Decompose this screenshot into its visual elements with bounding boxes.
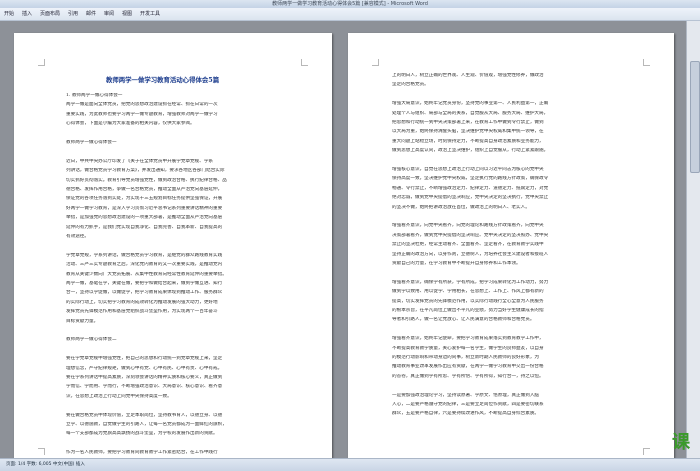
- text-line: 发挥党员先锋模范作用和基层党组织战斗堡垒作用，为实现两个一百年奋斗: [66, 309, 218, 315]
- text-line: 提高，切实发挥党员的先锋模范作用，以实际行动践行全心全意为人民服务: [392, 298, 544, 304]
- text-line: 两学一做，基础在学，关键在做，要把学和做结合起来，做到学做互进、知行: [66, 281, 223, 286]
- text-line: 心得体会，下面是小编为大家准备的相关内容，仅供大家参阅。: [66, 121, 195, 127]
- text-line: 增强看齐意识，向党中央看齐，向党的理论和路线方针政策看齐，向党中央: [392, 223, 544, 229]
- text-line: 举措，是加强党的思想政治建设的一项重大部署，是推动全面从严治党向基层: [66, 215, 223, 221]
- title-bar: 教师两学一做学习教育活动心得体会5篇 [兼容模式] - Microsoft Wo…: [0, 0, 700, 8]
- text-line: 理想信念，严守纪律规矩，做到心中有党、心中有民、心中有责、心中有戒。: [66, 365, 223, 371]
- text-line: 切实抓好贯彻落实。教育引导党员增强党性，做到政治合格、执行纪律合格、品: [66, 177, 227, 183]
- text-line: 学党章党规，学系列讲话，做合格党员学习教育，是继党的群众路线教育实践: [66, 252, 223, 258]
- text-line: 学而信、学而用、学而行，不断增强政治意识、大局意识、核心意识、看齐意: [66, 384, 223, 390]
- text-line: 处理个人与组织、局部与全局的关系，自觉服从大局、服务大局、维护大局，: [392, 110, 549, 116]
- text-line: 坚持正确的政治方向，以身作则，立德树人，为培养社会主义建设者和接班人: [392, 251, 549, 257]
- text-line: 的模范行动影响和带动身边的同事，树立新时期人民教师的良好形象，为: [392, 355, 540, 360]
- tab-home[interactable]: 开始: [4, 8, 14, 20]
- text-line: 延伸的有力抓手，是我们党实现自我净化、自我完善、自我革新、自我提高的: [66, 224, 223, 230]
- margin-mark: [372, 59, 379, 66]
- text-line: 绝对忠诚，做到党中央提倡的坚决响应，党中央决定的坚决执行，党中央禁止: [392, 195, 549, 201]
- text-line: 要在学系列讲话中提高素质，深刻领会讲话的精神实质和核心要义，真正做到: [66, 375, 223, 380]
- text-line: 畅通、令行禁止，不断增强政治定力、纪律定力、道德定力、抵腐定力，对党: [392, 185, 549, 191]
- text-line: 增强看齐意识，确保学有所获，学有所成，把学习成果转化为工作动力，努力: [392, 279, 549, 285]
- text-line: 入心，二是要严格遵守党的纪律，三是要立足岗位作贡献，四是要密切联系: [392, 402, 544, 407]
- tab-view[interactable]: 视图: [122, 8, 132, 20]
- margin-mark: [301, 59, 308, 66]
- text-line: 推动教育事业改革发展作出应有贡献，在两学一做学习教育中交出一份合格: [392, 364, 544, 370]
- tab-insert[interactable]: 插入: [22, 8, 32, 20]
- text-line: 群众，五是要严格自律，六是要持续改进作风，不断提高自身综合素质。: [392, 411, 540, 417]
- vertical-scrollbar[interactable]: [686, 21, 700, 458]
- text-line: 德合格、发挥作用合格，争做一名合格党员，推动全面从严治党向基层延伸，: [66, 187, 223, 192]
- text-line: 要在做合格党员中体现价值，立足本职岗位，坚持教书育人，以德立身、以德: [66, 412, 223, 418]
- text-line: 贡献自己的力量，在学习教育中不断提升自身修养和工作本领。: [392, 261, 521, 266]
- text-line: 列讲话，做合格党员学习教育方案》，并发出通知，要求各地区各部门结合实际: [66, 168, 225, 174]
- tab-page-layout[interactable]: 页面布局: [40, 8, 60, 20]
- ribbon-tabs: 开始 插入 页面布局 引用 邮件 审阅 视图 开发工具: [0, 8, 700, 21]
- text-line: 的实际行动上，切实把学习教育的成效转化为推动发展的强大动力，更好地: [66, 299, 218, 305]
- text-line: 有效途径。: [66, 234, 89, 239]
- tab-mailings[interactable]: 邮件: [86, 8, 96, 20]
- margin-mark: [38, 59, 45, 66]
- margin-mark: [643, 448, 650, 455]
- text-line: 教师两学一做心得体会二: [66, 337, 117, 343]
- document-page-left[interactable]: 教师两学一做学习教育活动心得体会5篇 1. 教师两学一做心得体会一两学一做是面向…: [14, 33, 332, 463]
- text-line: 近日，中共中央办公厅印发了《关于在全体党员中开展学党章党规、学系: [66, 158, 214, 164]
- text-line: 禁止的坚决杜绝，经常主动看齐、全面看齐、坚定看齐，在教育教学实践中: [392, 242, 544, 248]
- text-line: 要在学党章党规中增强党性，把自己的思想和行动统一到党章党规上来，坚定: [66, 356, 223, 362]
- text-line: 教育从关键少数向广大党员拓展、从集中性教育向经常性教育延伸的重要举措。: [66, 271, 227, 277]
- document-area[interactable]: 教师两学一做学习教育活动心得体会5篇 1. 教师两学一做心得体会一两学一做是面向…: [0, 21, 700, 463]
- text-line: 以大局为重，始终保持清醒头脑，坚决维护党中央权威和集中统一领导，在: [392, 129, 544, 135]
- text-line: 作为一名人民教师，要把学习教育同教育教学工作紧密结合，在工作中践行: [66, 450, 218, 456]
- tab-review[interactable]: 审阅: [104, 8, 114, 20]
- text-line: 教师两学一做心得体会一: [66, 140, 117, 145]
- text-line: 保证党的各项任务落到实处，为实现十三五规划目标任务提供坚强保证，开展: [66, 196, 223, 202]
- text-line: 保持高度一致，坚决维护党中央权威，坚定执行党的路线方针政策，确保政令: [392, 176, 549, 182]
- tab-developer[interactable]: 开发工具: [140, 8, 160, 20]
- status-bar: 页面: 1/4 字数: 6,005 中文(中国) 插入: [0, 458, 700, 471]
- text-line: 的根本宗旨，在平凡岗位上做出不平凡的业绩，努力当好学生健康成长的指: [392, 308, 544, 313]
- text-line: 两学一做是面向全体党员，把党的思想政治建设抓在经常、抓在日常的一次: [66, 102, 218, 108]
- text-line: 目标贡献力量。: [66, 318, 99, 324]
- text-line: 每一个支部都成为党旗高高飘扬的战斗堡垒，为学校的发展作出新的贡献。: [66, 431, 218, 437]
- text-line: 重要实践，为此教师也要学习两学一做专题教育，增强教师对两学一做学习: [66, 111, 218, 117]
- text-line: 的答卷，真正做到学有所思、学有所悟、学有所得，知行合一，持之以恒。: [392, 373, 544, 379]
- text-line: 重大问题上站稳立场，时刻保持定力，不断提高自身政治素质和业务能力，: [392, 138, 544, 144]
- text-line: 1. 教师两学一做心得体会一: [66, 93, 123, 98]
- margin-mark: [38, 448, 45, 455]
- text-line: 增强看齐意识，始终牢记使命，要把学习教育成果落实到教育教学工作中，: [392, 336, 544, 342]
- text-line: 上的明白人，树立正确的世界观、人生观、价值观，增强党性修养，做政治: [392, 73, 544, 78]
- text-line: 识，在思想上政治上行动上同党中央保持高度一致。: [66, 393, 172, 399]
- text-line: 决策部署看齐，做到党中央提倡的坚决响应、党中央决定的坚决照办、党中央: [392, 232, 549, 238]
- text-line: 活动、三严三实专题教育之后，深化党内教育的又一次重要实践，是推动党内: [66, 262, 223, 268]
- tab-references[interactable]: 引用: [68, 8, 78, 20]
- text-line: 一是要加强政治理论学习，坚持读原著、学原文、悟原理，真正做到入脑: [392, 392, 540, 398]
- document-heading: 教师两学一做学习教育活动心得体会5篇: [106, 76, 220, 84]
- document-page-right[interactable]: 上的明白人，树立正确的世界观、人生观、价值观，增强党性修养，做政治 坚定的合格党员…: [348, 33, 674, 463]
- text-line: 好两学一做学习教育，是深入学习贯彻习近平总书记系列重要讲话精神的重要: [66, 205, 223, 211]
- margin-mark: [643, 59, 650, 66]
- text-line: 立学、以德施教，自觉做学生的引路人，让每一名党员都成为一面鲜红的旗帜，: [66, 422, 227, 427]
- watermark-logo: 课: [672, 432, 690, 453]
- text-line: 不断提高教育教学质量，关心爱护每一名学生，做学生的良师益友，以自身: [392, 345, 544, 351]
- text-line: 合一，坚持以学促做，以做促学，把学习教育成果体现到推动工作、服务群众: [66, 290, 223, 296]
- text-line: 增强大局意识，始终牢记党员身份，坚持党的事业第一、人民利益第一，正确: [392, 101, 549, 107]
- text-line: 增强核心意识，自觉在思想上政治上行动上同以习近平同志为核心的党中央: [392, 167, 544, 172]
- text-line: 导者和引路人，做一名让党放心、让人民满意的合格教师和合格党员。: [392, 317, 535, 323]
- text-line: 坚定的合格党员。: [392, 82, 429, 88]
- status-text: 页面: 1/4 字数: 6,005 中文(中国) 插入: [6, 462, 85, 467]
- text-line: 做到思想上高度认同，政治上坚决维护，组织上自觉服从，行动上紧紧跟随。: [392, 148, 549, 154]
- text-line: 做到学以致用、用以促学、学用相长，在思想上、工作上、作风上都有新的: [392, 289, 544, 295]
- text-line: 的坚决不做，始终把讲政治放在首位，做政治上的明白人、老实人。: [392, 204, 530, 210]
- text-line: 把思想和行动统一到中央决策部署上来，在教育工作中做到令行禁止，做到: [392, 120, 544, 125]
- window-title: 教师两学一做学习教育活动心得体会5篇 [兼容模式] - Microsoft Wo…: [272, 1, 428, 7]
- scrollbar-thumb[interactable]: [690, 61, 700, 173]
